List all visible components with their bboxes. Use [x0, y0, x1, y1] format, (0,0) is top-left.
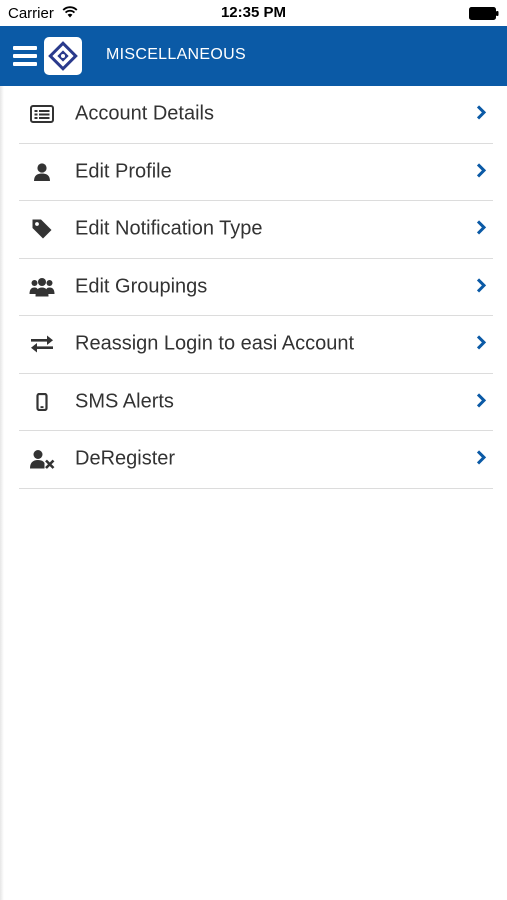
- chevron-right-icon: [476, 163, 487, 178]
- menu-item-label: Edit Notification Type: [75, 217, 263, 240]
- menu-item-edit-groupings[interactable]: Edit Groupings: [19, 259, 493, 316]
- menu-item-sms-alerts[interactable]: SMS Alerts: [19, 374, 493, 431]
- user-icon: [29, 160, 55, 184]
- tag-icon: [29, 217, 55, 241]
- hamburger-menu-icon[interactable]: [13, 46, 37, 66]
- users-group-icon: [29, 275, 55, 299]
- screen: Carrier 12:35 PM MISCELLANEOUS Account D…: [0, 0, 507, 900]
- menu-item-deregister[interactable]: DeRegister: [19, 431, 493, 489]
- battery-icon: [469, 7, 499, 20]
- status-bar: Carrier 12:35 PM: [0, 0, 507, 26]
- id-card-icon: [29, 102, 55, 126]
- chevron-right-icon: [476, 335, 487, 350]
- chevron-right-icon: [476, 278, 487, 293]
- chevron-right-icon: [476, 220, 487, 235]
- menu-item-label: SMS Alerts: [75, 390, 174, 413]
- diamond-logo-icon: [48, 41, 78, 71]
- menu-list: Account Details Edit Profile Edit Notifi…: [0, 86, 507, 489]
- app-logo: [44, 37, 82, 75]
- menu-item-label: Account Details: [75, 102, 214, 125]
- chevron-right-icon: [476, 393, 487, 408]
- menu-item-reassign-login[interactable]: Reassign Login to easi Account: [19, 316, 493, 374]
- exchange-arrows-icon: [29, 332, 55, 356]
- chevron-right-icon: [476, 450, 487, 465]
- menu-item-label: DeRegister: [75, 447, 176, 470]
- mobile-phone-icon: [29, 390, 55, 414]
- chevron-right-icon: [476, 105, 487, 120]
- nav-bar: MISCELLANEOUS: [0, 26, 507, 86]
- page-title: MISCELLANEOUS: [106, 46, 246, 63]
- user-remove-icon: [29, 447, 55, 471]
- menu-item-label: Edit Profile: [75, 160, 172, 183]
- menu-item-account-details[interactable]: Account Details: [19, 86, 493, 144]
- menu-item-label: Edit Groupings: [75, 275, 208, 298]
- status-time: 12:35 PM: [220, 4, 287, 21]
- menu-item-label: Reassign Login to easi Account: [75, 332, 355, 355]
- menu-item-edit-profile[interactable]: Edit Profile: [19, 144, 493, 201]
- menu-item-edit-notification-type[interactable]: Edit Notification Type: [19, 201, 493, 259]
